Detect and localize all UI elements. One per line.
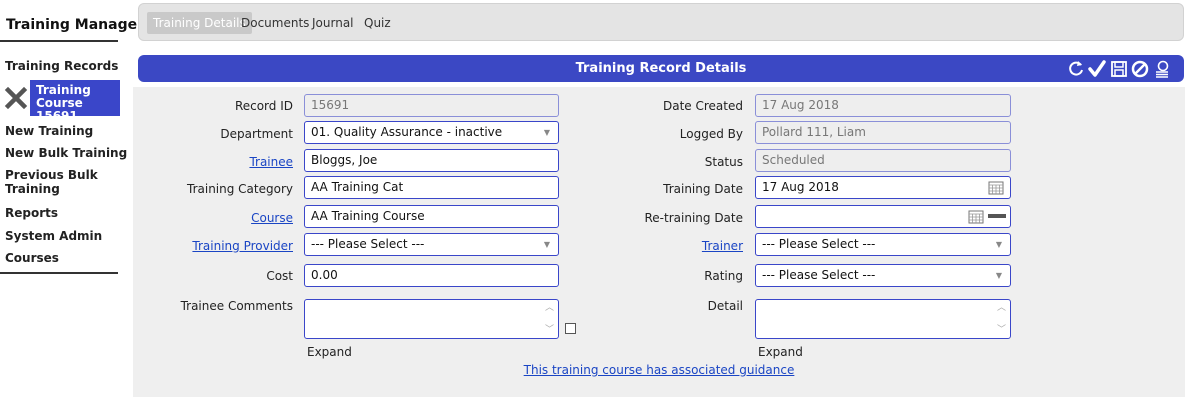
open-record-id: 15691: [36, 109, 78, 123]
trainer-link[interactable]: Trainer: [593, 239, 743, 253]
training-date-label: Training Date: [663, 182, 743, 196]
status-label: Status: [704, 155, 743, 169]
training-category-field[interactable]: AA Training Cat: [304, 176, 559, 199]
save-icon[interactable]: [1109, 59, 1129, 79]
panel-header: Training Record Details: [138, 55, 1184, 82]
sidebar-divider-bottom: [0, 272, 118, 274]
cancel-icon[interactable]: [1130, 59, 1150, 79]
scroll-up-icon[interactable]: ︿: [997, 303, 1007, 313]
sidebar-item-reports[interactable]: Reports: [5, 206, 58, 220]
trainee-comments-label: Trainee Comments: [180, 299, 293, 313]
sidebar-item-previous-bulk-training-line2[interactable]: Training: [5, 182, 60, 196]
training-provider-select[interactable]: --- Please Select --- ▼: [304, 233, 559, 256]
app-root: Training Manager Training Records Traini…: [0, 0, 1201, 400]
scroll-down-icon[interactable]: ﹀: [545, 325, 555, 335]
training-category-label: Training Category: [187, 182, 293, 196]
document-list-icon[interactable]: [1152, 59, 1172, 79]
tab-quiz[interactable]: Quiz: [364, 12, 391, 34]
department-select[interactable]: 01. Quality Assurance - inactive ▼: [304, 121, 559, 144]
detail-expand-link[interactable]: Expand: [758, 345, 803, 359]
date-created-field: 17 Aug 2018: [755, 94, 1011, 117]
status-field: Scheduled: [755, 149, 1011, 172]
detail-textarea[interactable]: ︿ ﹀: [755, 299, 1011, 339]
course-field[interactable]: AA Training Course: [304, 205, 559, 228]
tab-training-details[interactable]: Training Details: [147, 12, 252, 34]
chevron-down-icon: ▼: [543, 240, 550, 249]
training-date-field[interactable]: 17 Aug 2018: [755, 176, 1011, 199]
guidance-link[interactable]: This training course has associated guid…: [133, 363, 1185, 377]
sidebar-item-system-admin[interactable]: System Admin: [5, 229, 102, 243]
open-record-label: Training Course: [36, 83, 91, 110]
sidebar: Training Manager Training Records Traini…: [0, 0, 144, 400]
tab-journal[interactable]: Journal: [312, 12, 354, 34]
trainee-comments-textarea[interactable]: ︿ ﹀: [304, 299, 559, 339]
retraining-date-field[interactable]: [755, 205, 1011, 228]
logged-by-label: Logged By: [679, 127, 743, 141]
open-record-tab: Training Course 15691: [4, 80, 120, 123]
cost-field[interactable]: 0.00: [304, 264, 559, 287]
trainee-field[interactable]: Bloggs, Joe: [304, 149, 559, 172]
department-label: Department: [220, 127, 293, 141]
close-icon[interactable]: [4, 86, 28, 110]
sidebar-divider: [0, 40, 118, 42]
panel-title: Training Record Details: [575, 61, 747, 76]
chevron-down-icon: ▼: [543, 128, 550, 137]
tab-bar: Training Details Documents Journal Quiz: [138, 3, 1184, 41]
trainee-comments-expand-link[interactable]: Expand: [307, 345, 352, 359]
training-provider-value: --- Please Select ---: [311, 237, 425, 251]
training-provider-link[interactable]: Training Provider: [153, 239, 293, 253]
sidebar-item-new-bulk-training[interactable]: New Bulk Training: [5, 146, 127, 160]
tab-documents[interactable]: Documents: [241, 12, 309, 34]
rating-label: Rating: [704, 269, 743, 283]
calendar-icon[interactable]: [968, 209, 984, 224]
form-panel: Record ID 15691 Department 01. Quality A…: [133, 87, 1185, 397]
retraining-date-label: Re-training Date: [644, 211, 744, 225]
sidebar-item-courses[interactable]: Courses: [5, 251, 59, 265]
logged-by-field: Pollard 111, Liam: [755, 121, 1011, 144]
sidebar-item-new-training[interactable]: New Training: [5, 124, 93, 138]
cost-label: Cost: [266, 269, 293, 283]
open-record-training-course[interactable]: Training Course 15691: [30, 80, 120, 123]
trainer-select[interactable]: --- Please Select --- ▼: [755, 233, 1011, 256]
department-value: 01. Quality Assurance - inactive: [311, 125, 503, 139]
refresh-icon[interactable]: [1066, 59, 1086, 79]
trainer-value: --- Please Select ---: [762, 237, 876, 251]
scroll-down-icon[interactable]: ﹀: [997, 325, 1007, 335]
clear-date-icon[interactable]: [988, 214, 1006, 219]
chevron-down-icon: ▼: [995, 240, 1002, 249]
record-id-field: 15691: [304, 94, 559, 117]
record-id-label: Record ID: [234, 99, 293, 113]
rating-value: --- Please Select ---: [762, 268, 876, 282]
scroll-up-icon[interactable]: ︿: [545, 303, 555, 313]
calendar-icon[interactable]: [988, 180, 1004, 195]
date-created-label: Date Created: [663, 99, 743, 113]
sidebar-item-training-records[interactable]: Training Records: [5, 59, 118, 73]
trainee-link[interactable]: Trainee: [153, 155, 293, 169]
detail-label: Detail: [707, 299, 743, 313]
course-link[interactable]: Course: [153, 211, 293, 225]
checkmark-icon[interactable]: [1087, 59, 1107, 79]
sidebar-item-previous-bulk-training[interactable]: Previous Bulk: [5, 168, 98, 182]
app-title: Training Manager: [6, 17, 145, 33]
trainee-comments-checkbox[interactable]: [565, 323, 576, 334]
rating-select[interactable]: --- Please Select --- ▼: [755, 264, 1011, 287]
training-date-value: 17 Aug 2018: [762, 180, 839, 194]
chevron-down-icon: ▼: [995, 271, 1002, 280]
